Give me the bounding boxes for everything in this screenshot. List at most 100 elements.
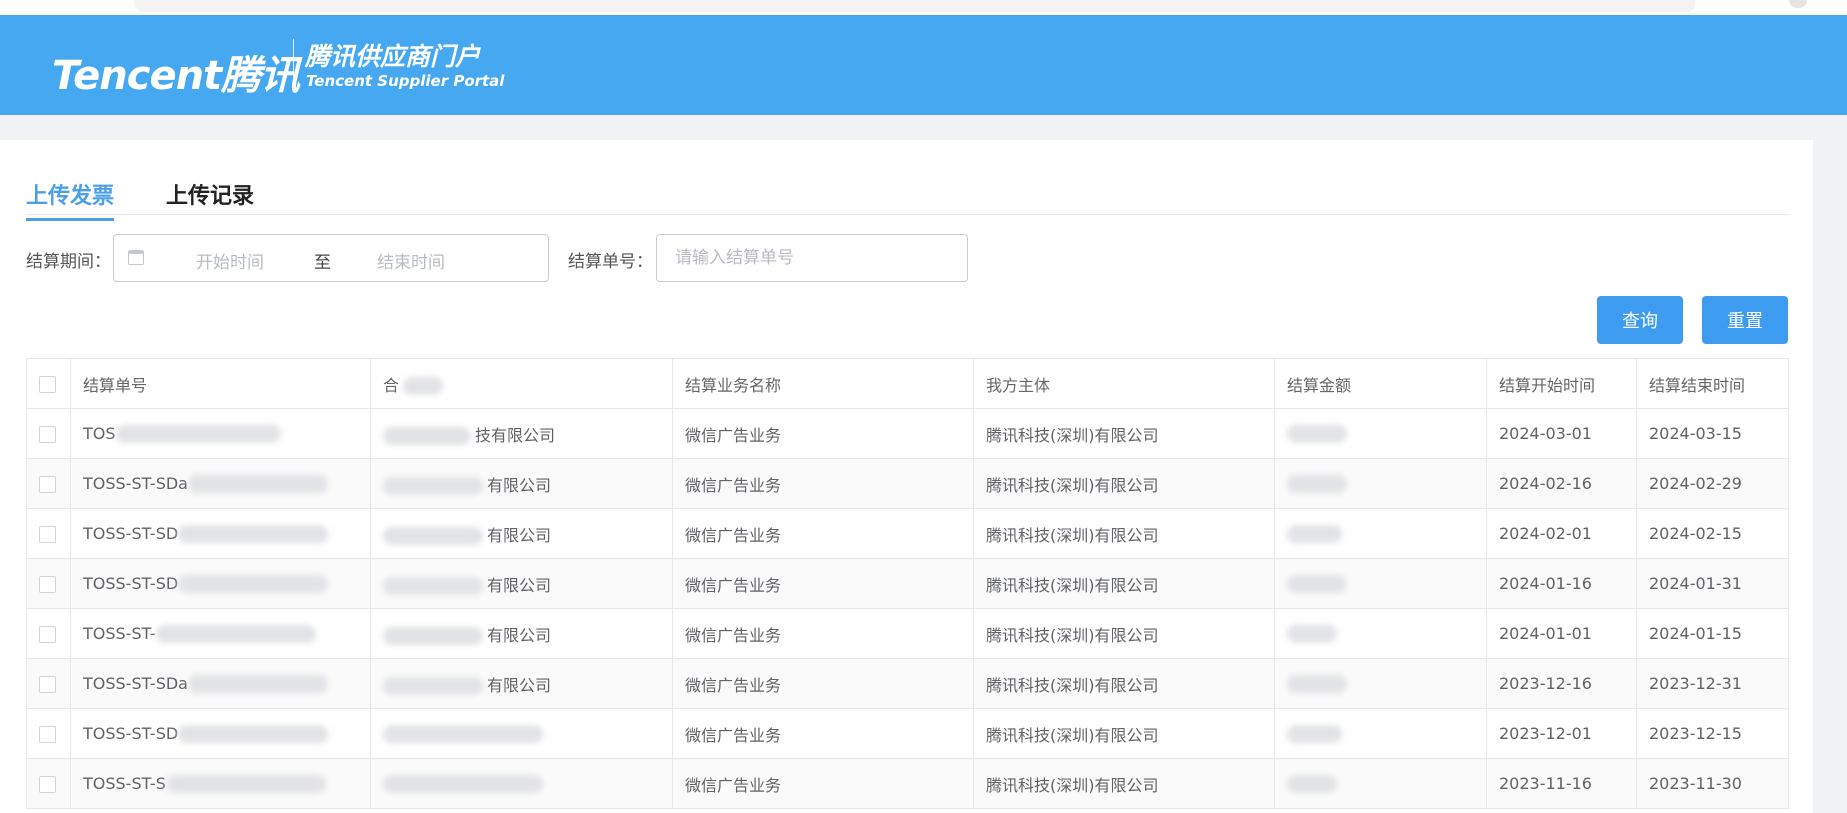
tab-upload-invoice[interactable]: 上传发票 bbox=[26, 178, 115, 221]
redacted-blur bbox=[383, 775, 543, 794]
table-row[interactable]: TOSS-ST-SD 微信广告业务 腾讯科技(深圳)有限公司 2023-12-0… bbox=[26, 708, 1789, 759]
amount-cell bbox=[1274, 408, 1487, 459]
entity-cell: 腾讯科技(深圳)有限公司 bbox=[973, 458, 1275, 509]
portal-header: Tencent腾讯 腾讯供应商门户 Tencent Supplier Porta… bbox=[0, 15, 1847, 115]
entity-cell: 腾讯科技(深圳)有限公司 bbox=[973, 708, 1275, 759]
tab-upload-records[interactable]: 上传记录 bbox=[166, 178, 254, 218]
order-no-cell: TOSS-ST-SD bbox=[70, 558, 371, 609]
query-button[interactable]: 查询 bbox=[1597, 296, 1683, 344]
order-no-text: TOSS-ST- bbox=[83, 623, 156, 643]
row-checkbox[interactable] bbox=[39, 626, 56, 643]
order-no-text: TOS bbox=[83, 423, 116, 443]
tab-bar: 上传发票 上传记录 bbox=[26, 178, 1790, 221]
column-header: 结算结束时间 bbox=[1636, 358, 1789, 409]
order-no-label: 结算单号： bbox=[568, 252, 653, 272]
order-no-text: TOSS-ST-S bbox=[83, 773, 166, 793]
contract-text: 有限公司 bbox=[487, 675, 552, 695]
row-checkbox[interactable] bbox=[39, 526, 56, 543]
redacted-blur bbox=[403, 377, 444, 395]
row-checkbox[interactable] bbox=[39, 426, 56, 443]
start-date-cell: 2023-11-16 bbox=[1486, 758, 1637, 809]
table-row[interactable]: TOS 技有限公司 微信广告业务 腾讯科技(深圳)有限公司 2024-03-01… bbox=[26, 408, 1789, 459]
redacted-blur bbox=[383, 627, 483, 645]
contract-cell: 有限公司 bbox=[370, 658, 673, 709]
row-checkbox[interactable] bbox=[39, 476, 56, 493]
redacted-blur bbox=[155, 625, 316, 644]
biz-name-cell: 微信广告业务 bbox=[672, 558, 974, 609]
portal-title-en: Tencent Supplier Portal bbox=[306, 72, 505, 90]
order-no-cell: TOSS-ST-SDa bbox=[70, 458, 371, 509]
contract-cell bbox=[370, 708, 673, 759]
order-no-input[interactable] bbox=[656, 234, 968, 282]
column-header: 结算开始时间 bbox=[1486, 358, 1637, 409]
row-select-cell[interactable] bbox=[26, 658, 71, 709]
table-row[interactable]: TOSS-ST-SD 有限公司 微信广告业务 腾讯科技(深圳)有限公司 2024… bbox=[26, 508, 1789, 559]
start-date-cell: 2024-01-16 bbox=[1486, 558, 1637, 609]
table-row[interactable]: TOSS-ST- 有限公司 微信广告业务 腾讯科技(深圳)有限公司 2024-0… bbox=[26, 608, 1789, 659]
contract-text: 有限公司 bbox=[487, 525, 552, 545]
row-select-cell[interactable] bbox=[26, 408, 71, 459]
browser-button[interactable] bbox=[1789, 0, 1807, 8]
table-row[interactable]: TOSS-ST-S 微信广告业务 腾讯科技(深圳)有限公司 2023-11-16… bbox=[26, 758, 1789, 809]
end-date-cell: 2024-02-29 bbox=[1636, 458, 1789, 509]
row-select-cell[interactable] bbox=[26, 708, 71, 759]
reset-button[interactable]: 重置 bbox=[1702, 296, 1788, 344]
redacted-blur bbox=[1287, 725, 1342, 744]
amount-cell bbox=[1274, 658, 1487, 709]
contract-cell: 有限公司 bbox=[370, 608, 673, 659]
amount-cell bbox=[1274, 758, 1487, 809]
entity-cell: 腾讯科技(深圳)有限公司 bbox=[973, 658, 1275, 709]
redacted-blur bbox=[383, 577, 483, 595]
table-row[interactable]: TOSS-ST-SD 有限公司 微信广告业务 腾讯科技(深圳)有限公司 2024… bbox=[26, 558, 1789, 609]
row-checkbox[interactable] bbox=[39, 576, 56, 593]
row-select-cell[interactable] bbox=[26, 508, 71, 559]
order-no-cell: TOSS-ST- bbox=[70, 608, 371, 659]
start-date-cell: 2024-01-01 bbox=[1486, 608, 1637, 659]
main-card: 上传发票 上传记录 结算期间： 开始时间 至 结束时间 结算单号： 查询 重置 … bbox=[0, 140, 1813, 813]
entity-cell: 腾讯科技(深圳)有限公司 bbox=[973, 408, 1275, 459]
logo-divider bbox=[293, 39, 294, 91]
period-label: 结算期间： bbox=[26, 252, 111, 272]
end-date-input[interactable]: 结束时间 bbox=[377, 248, 445, 273]
table-row[interactable]: TOSS-ST-SDa 有限公司 微信广告业务 腾讯科技(深圳)有限公司 202… bbox=[26, 458, 1789, 509]
amount-cell bbox=[1274, 508, 1487, 559]
end-date-cell: 2023-11-30 bbox=[1636, 758, 1789, 809]
order-no-text: TOSS-ST-SDa bbox=[83, 673, 188, 693]
select-all-checkbox[interactable] bbox=[39, 376, 56, 393]
contract-cell: 有限公司 bbox=[370, 508, 673, 559]
biz-name-cell: 微信广告业务 bbox=[672, 458, 974, 509]
row-select-cell[interactable] bbox=[26, 458, 71, 509]
amount-cell bbox=[1274, 558, 1487, 609]
tencent-logo: Tencent腾讯 bbox=[52, 53, 300, 99]
redacted-blur bbox=[1287, 425, 1347, 444]
column-header: 结算业务名称 bbox=[672, 358, 974, 409]
redacted-blur bbox=[187, 675, 328, 694]
row-select-cell[interactable] bbox=[26, 758, 71, 809]
row-checkbox[interactable] bbox=[39, 726, 56, 743]
table-header-row: 结算单号 合 结算业务名称 我方主体 结算金额 结算开始时间 结算结束时间 bbox=[26, 358, 1789, 409]
end-date-cell: 2024-01-15 bbox=[1636, 608, 1789, 659]
row-checkbox[interactable] bbox=[39, 676, 56, 693]
redacted-blur bbox=[1287, 475, 1347, 494]
end-date-cell: 2024-01-31 bbox=[1636, 558, 1789, 609]
redacted-blur bbox=[165, 775, 326, 794]
entity-cell: 腾讯科技(深圳)有限公司 bbox=[973, 758, 1275, 809]
redacted-blur bbox=[383, 677, 483, 695]
table-row[interactable]: TOSS-ST-SDa 有限公司 微信广告业务 腾讯科技(深圳)有限公司 202… bbox=[26, 658, 1789, 709]
redacted-blur bbox=[1287, 675, 1347, 694]
address-bar[interactable] bbox=[135, 0, 1695, 12]
redacted-blur bbox=[1287, 775, 1337, 794]
row-select-cell[interactable] bbox=[26, 608, 71, 659]
date-range-picker[interactable]: 开始时间 至 结束时间 bbox=[113, 234, 549, 282]
contract-cell bbox=[370, 758, 673, 809]
row-checkbox[interactable] bbox=[39, 776, 56, 793]
column-header-text: 合 bbox=[383, 375, 400, 395]
row-select-cell[interactable] bbox=[26, 558, 71, 609]
contract-text: 技有限公司 bbox=[475, 425, 556, 445]
amount-cell bbox=[1274, 708, 1487, 759]
select-all-cell[interactable] bbox=[26, 358, 71, 409]
start-date-input[interactable]: 开始时间 bbox=[196, 248, 264, 273]
start-date-cell: 2023-12-16 bbox=[1486, 658, 1637, 709]
order-no-text: TOSS-ST-SD bbox=[83, 723, 179, 743]
redacted-blur bbox=[1287, 625, 1337, 644]
